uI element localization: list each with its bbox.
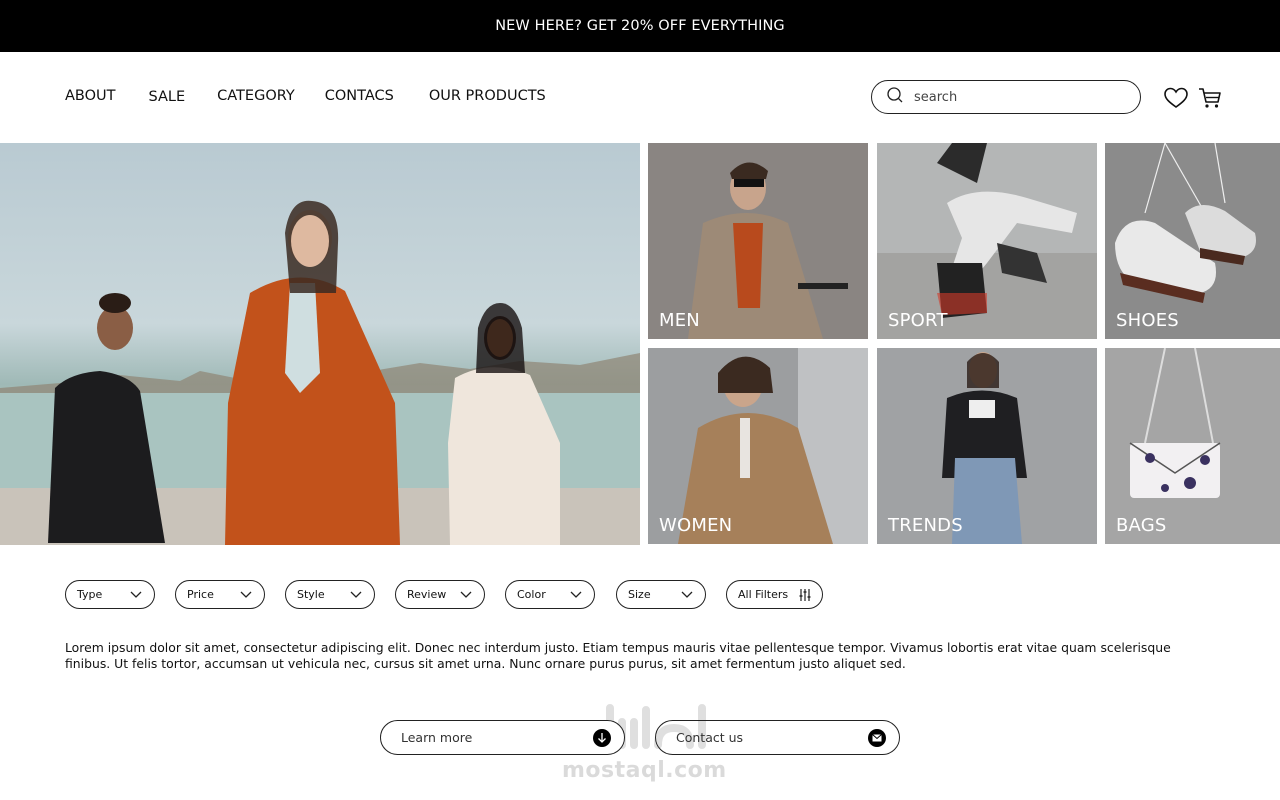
filter-color[interactable]: Color bbox=[505, 580, 595, 609]
chevron-down-icon bbox=[570, 591, 582, 598]
filter-label: Price bbox=[187, 588, 214, 601]
category-tile-bags[interactable]: BAGS bbox=[1105, 348, 1280, 544]
category-label-women: WOMEN bbox=[659, 515, 733, 536]
watermark-text: mostaql.com bbox=[562, 758, 727, 783]
nav-item-sale[interactable]: SALE bbox=[149, 89, 186, 105]
arrow-down-icon bbox=[593, 729, 611, 747]
filter-label: Color bbox=[517, 588, 546, 601]
filter-all-filters[interactable]: All Filters bbox=[726, 580, 823, 609]
sliders-icon bbox=[799, 589, 811, 601]
chevron-down-icon bbox=[460, 591, 472, 598]
nav-item-category[interactable]: CATEGORY bbox=[217, 88, 295, 104]
nav-item-contacs[interactable]: CONTACS bbox=[325, 88, 394, 104]
chevron-down-icon bbox=[681, 591, 693, 598]
filter-price[interactable]: Price bbox=[175, 580, 265, 609]
contact-us-button[interactable]: Contact us bbox=[655, 720, 900, 755]
filter-label: Style bbox=[297, 588, 325, 601]
promo-banner: NEW HERE? GET 20% OFF EVERYTHING bbox=[0, 0, 1280, 52]
learn-more-label: Learn more bbox=[401, 730, 473, 745]
filter-label: All Filters bbox=[738, 588, 789, 601]
search-icon bbox=[886, 86, 904, 108]
cart-icon[interactable] bbox=[1197, 85, 1223, 111]
category-label-shoes: SHOES bbox=[1116, 310, 1179, 331]
filter-style[interactable]: Style bbox=[285, 580, 375, 609]
chevron-down-icon bbox=[130, 591, 142, 598]
category-label-trends: TRENDS bbox=[888, 515, 963, 536]
filter-label: Review bbox=[407, 588, 447, 601]
category-tile-shoes[interactable]: SHOES bbox=[1105, 143, 1280, 339]
category-tile-trends[interactable]: TRENDS bbox=[877, 348, 1097, 544]
mail-icon bbox=[868, 729, 886, 747]
promo-text: NEW HERE? GET 20% OFF EVERYTHING bbox=[495, 18, 785, 34]
description-text: Lorem ipsum dolor sit amet, consectetur … bbox=[65, 640, 1171, 671]
filter-label: Type bbox=[77, 588, 103, 601]
category-label-sport: SPORT bbox=[888, 310, 948, 331]
learn-more-button[interactable]: Learn more bbox=[380, 720, 625, 755]
contact-us-label: Contact us bbox=[676, 730, 744, 745]
hero-image bbox=[0, 143, 640, 545]
category-label-bags: BAGS bbox=[1116, 515, 1167, 536]
nav-item-about[interactable]: ABOUT bbox=[65, 88, 116, 104]
filter-size[interactable]: Size bbox=[616, 580, 706, 609]
nav-item-our-products[interactable]: OUR PRODUCTS bbox=[429, 88, 546, 104]
heart-icon[interactable] bbox=[1163, 85, 1189, 111]
filter-review[interactable]: Review bbox=[395, 580, 485, 609]
search-bar[interactable] bbox=[871, 80, 1141, 114]
main-nav: ABOUT SALE CATEGORY CONTACS OUR PRODUCTS bbox=[65, 80, 546, 112]
category-tile-women[interactable]: WOMEN bbox=[648, 348, 868, 544]
filter-type[interactable]: Type bbox=[65, 580, 155, 609]
search-input[interactable] bbox=[914, 89, 1124, 105]
category-tile-sport[interactable]: SPORT bbox=[877, 143, 1097, 339]
filter-label: Size bbox=[628, 588, 651, 601]
category-tile-men[interactable]: MEN bbox=[648, 143, 868, 339]
chevron-down-icon bbox=[350, 591, 362, 598]
category-label-men: MEN bbox=[659, 310, 700, 331]
chevron-down-icon bbox=[240, 591, 252, 598]
